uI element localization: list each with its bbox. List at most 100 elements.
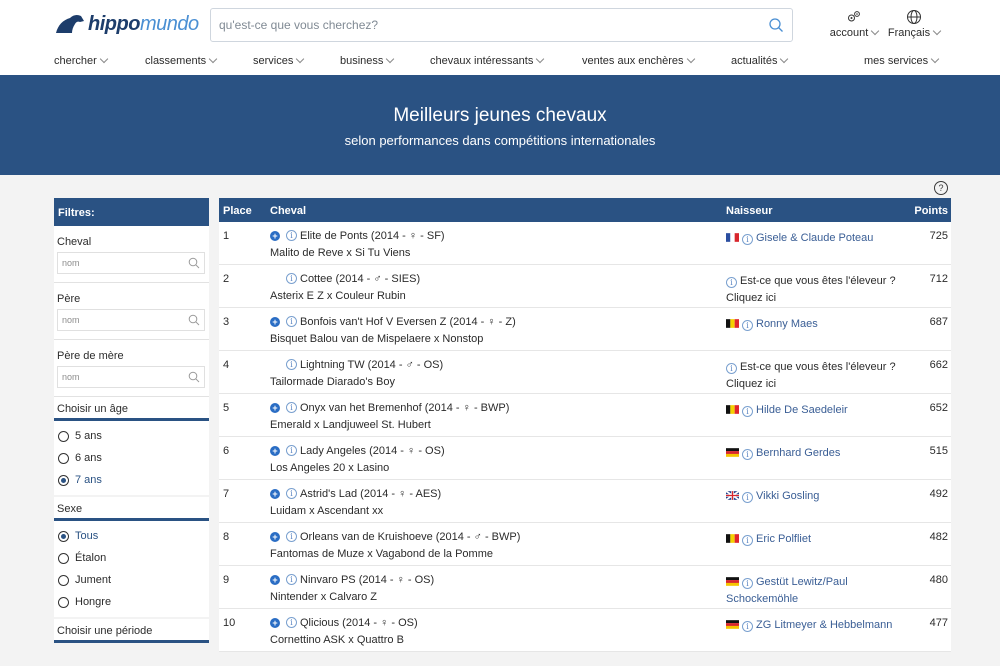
add-icon[interactable]: + <box>270 446 280 456</box>
horse-link[interactable]: Orleans van de Kruishoeve (2014 - ♂ - BW… <box>300 531 520 543</box>
sexe-option-etalon[interactable]: Étalon <box>58 547 209 569</box>
table-row[interactable]: 1 + i Elite de Ponts (2014 - ♀ - SF) Malito … <box>219 222 951 265</box>
table-row[interactable]: 7 + i Astrid's Lad (2014 - ♀ - AES) Luidam x… <box>219 480 951 523</box>
add-icon[interactable]: + <box>270 489 280 499</box>
info-icon[interactable]: i <box>286 445 297 456</box>
info-icon[interactable]: i <box>742 234 753 245</box>
sexe-option-tous[interactable]: Tous <box>58 525 209 547</box>
info-icon[interactable]: i <box>742 578 753 589</box>
nav-chevaux-interessants[interactable]: chevaux intéressants <box>430 54 545 67</box>
add-icon[interactable]: + <box>270 231 280 241</box>
table-row[interactable]: 10 + i Qlicious (2014 - ♀ - OS) Cornettino A… <box>219 609 951 652</box>
radio-icon <box>58 574 69 586</box>
search-icon[interactable] <box>188 371 200 383</box>
nav-business[interactable]: business <box>340 54 395 67</box>
radio-icon <box>58 430 69 442</box>
add-icon[interactable]: + <box>270 575 280 585</box>
info-icon[interactable]: i <box>286 488 297 499</box>
table-row[interactable]: 9 + i Ninvaro PS (2014 - ♀ - OS) Nintender x… <box>219 566 951 609</box>
sexe-option-hongre[interactable]: Hongre <box>58 591 209 613</box>
age-option-5[interactable]: 5 ans <box>58 425 209 447</box>
info-icon[interactable]: i <box>286 402 297 413</box>
info-icon[interactable]: i <box>286 273 297 284</box>
horse-link[interactable]: Lightning TW (2014 - ♂ - OS) <box>300 359 443 371</box>
add-icon[interactable]: + <box>270 403 280 413</box>
cheval-input[interactable] <box>58 253 184 273</box>
search-icon[interactable] <box>768 17 784 33</box>
nav-mes-services[interactable]: mes services <box>864 54 940 67</box>
horse-link[interactable]: Elite de Ponts (2014 - ♀ - SF) <box>300 230 445 242</box>
info-icon[interactable]: i <box>286 316 297 327</box>
nav-chercher[interactable]: chercher <box>54 54 109 67</box>
nav-actualites[interactable]: actualités <box>731 54 789 67</box>
search-input[interactable] <box>211 9 751 41</box>
add-icon[interactable]: + <box>270 618 280 628</box>
info-icon[interactable]: i <box>742 535 753 546</box>
filter-pere: Père <box>54 283 209 340</box>
cheval-input-box <box>57 252 205 274</box>
add-icon[interactable]: + <box>270 317 280 327</box>
table-row[interactable]: 2 i Cottee (2014 - ♂ - SIES) Asterix E Z x … <box>219 265 951 308</box>
info-icon[interactable]: i <box>286 359 297 370</box>
pere-de-mere-input[interactable] <box>58 367 184 387</box>
info-icon[interactable]: i <box>742 406 753 417</box>
table-row[interactable]: 8 + i Orleans van de Kruishoeve (2014 - ♂ -… <box>219 523 951 566</box>
horse-pedigree: Luidam x Ascendant xx <box>270 505 384 517</box>
filter-pere-de-mere: Père de mère <box>54 340 209 397</box>
horse-link[interactable]: Cottee (2014 - ♂ - SIES) <box>300 273 420 285</box>
table-row[interactable]: 6 + i Lady Angeles (2014 - ♀ - OS) Los Angel… <box>219 437 951 480</box>
breeder-link[interactable]: Vikki Gosling <box>756 490 819 502</box>
age-option-7[interactable]: 7 ans <box>58 469 209 491</box>
radio-icon <box>58 452 69 464</box>
age-option-6[interactable]: 6 ans <box>58 447 209 469</box>
nav-classements[interactable]: classements <box>145 54 218 67</box>
breeder-claim-link[interactable]: Cliquez ici <box>726 292 776 304</box>
breeder-link[interactable]: Eric Polfliet <box>756 533 811 545</box>
breeder-claim-link[interactable]: Cliquez ici <box>726 378 776 390</box>
nav-services[interactable]: services <box>253 54 305 67</box>
horse-link[interactable]: Bonfois van't Hof V Eversen Z (2014 - ♀ … <box>300 316 516 328</box>
flag-de-icon <box>726 620 739 629</box>
info-icon[interactable]: i <box>286 617 297 628</box>
row-place: 7 <box>223 488 230 500</box>
breeder-link[interactable]: Ronny Maes <box>756 318 818 330</box>
table-row[interactable]: 4 i Lightning TW (2014 - ♂ - OS) Tailormade… <box>219 351 951 394</box>
info-icon[interactable]: i <box>742 492 753 503</box>
table-row[interactable]: 3 + i Bonfois van't Hof V Eversen Z (2014 -… <box>219 308 951 351</box>
breeder-link-cont[interactable]: Schockemöhle <box>726 593 798 605</box>
breeder-link[interactable]: Hilde De Saedeleir <box>756 404 848 416</box>
sexe-option-jument[interactable]: Jument <box>58 569 209 591</box>
search-icon[interactable] <box>188 314 200 326</box>
language-menu[interactable]: Français <box>885 9 943 39</box>
breeder-link[interactable]: Bernhard Gerdes <box>756 447 840 459</box>
pere-input[interactable] <box>58 310 184 330</box>
horse-link[interactable]: Qlicious (2014 - ♀ - OS) <box>300 617 418 629</box>
row-points: 482 <box>929 531 948 543</box>
info-icon[interactable]: i <box>286 230 297 241</box>
info-icon[interactable]: i <box>286 574 297 585</box>
search-icon[interactable] <box>188 257 200 269</box>
age-section-title: Choisir un âge <box>54 397 209 421</box>
breeder-link[interactable]: Gestüt Lewitz/Paul <box>756 576 848 588</box>
info-icon[interactable]: i <box>286 531 297 542</box>
breeder-link[interactable]: Gisele & Claude Poteau <box>756 232 873 244</box>
logo[interactable]: hippomundo <box>54 12 199 36</box>
help-icon[interactable]: ? <box>934 181 948 195</box>
info-icon[interactable]: i <box>742 621 753 632</box>
horse-link[interactable]: Ninvaro PS (2014 - ♀ - OS) <box>300 574 434 586</box>
breeder-link[interactable]: ZG Litmeyer & Hebbelmann <box>756 619 892 631</box>
horse-link[interactable]: Astrid's Lad (2014 - ♀ - AES) <box>300 488 441 500</box>
flag-fr-icon <box>726 233 739 242</box>
page-title: Meilleurs jeunes chevaux <box>393 105 607 126</box>
account-menu[interactable]: account <box>826 9 882 39</box>
add-icon[interactable]: + <box>270 532 280 542</box>
page-banner: Meilleurs jeunes chevaux selon performan… <box>0 75 1000 175</box>
info-icon[interactable]: i <box>726 363 737 374</box>
horse-link[interactable]: Lady Angeles (2014 - ♀ - OS) <box>300 445 445 457</box>
info-icon[interactable]: i <box>742 449 753 460</box>
info-icon[interactable]: i <box>726 277 737 288</box>
horse-link[interactable]: Onyx van het Bremenhof (2014 - ♀ - BWP) <box>300 402 509 414</box>
nav-ventes-aux-encheres[interactable]: ventes aux enchères <box>582 54 695 67</box>
table-row[interactable]: 5 + i Onyx van het Bremenhof (2014 - ♀ - BW… <box>219 394 951 437</box>
info-icon[interactable]: i <box>742 320 753 331</box>
